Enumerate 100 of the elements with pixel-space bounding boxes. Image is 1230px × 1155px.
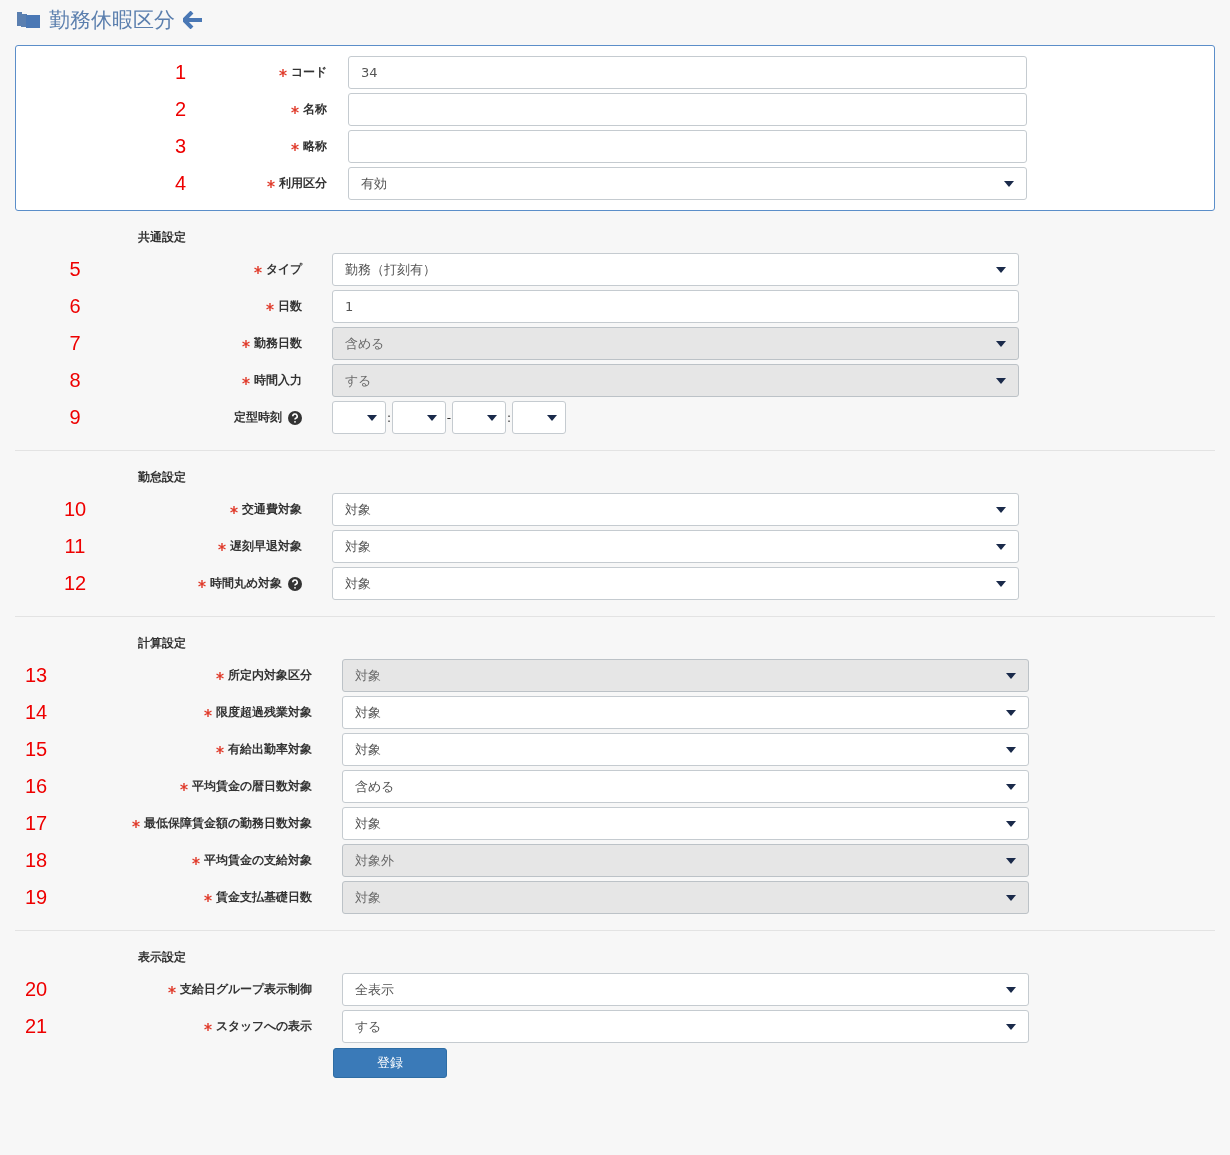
annotation-number: 15	[25, 738, 49, 761]
field-label: 勤務日数	[254, 335, 302, 352]
separator: :	[506, 410, 512, 425]
dropdown[interactable]: する	[342, 1010, 1029, 1043]
annotation-number: 21	[25, 1015, 49, 1038]
field-label: 限度超過残業対象	[216, 704, 312, 721]
caret-icon	[1006, 820, 1016, 827]
field-label: 時間入力	[254, 372, 302, 389]
required-icon	[254, 265, 262, 274]
field-label: 賃金支払基礎日数	[216, 889, 312, 906]
caret-icon	[1006, 857, 1016, 864]
annotation-number: 13	[25, 664, 49, 687]
required-icon	[242, 339, 250, 348]
required-icon	[291, 105, 299, 114]
required-icon	[279, 68, 287, 77]
page-title: 勤務休暇区分	[49, 7, 175, 34]
dropdown[interactable]: 対象	[342, 696, 1029, 729]
caret-icon	[427, 414, 437, 421]
field-label: 遅刻早退対象	[230, 538, 302, 555]
text-field[interactable]: 1	[332, 290, 1019, 323]
field-label: 定型時刻	[234, 409, 282, 426]
annotation-number: 1	[173, 61, 186, 84]
separator: :	[386, 410, 392, 425]
required-icon	[267, 179, 275, 188]
help-icon	[288, 410, 302, 425]
dropdown[interactable]: 含める	[342, 770, 1029, 803]
caret-icon	[1006, 672, 1016, 679]
caret-icon	[1004, 180, 1014, 187]
field-label: 日数	[278, 298, 302, 315]
register-button[interactable]: 登録	[333, 1048, 447, 1078]
back-arrow-icon[interactable]	[183, 11, 203, 29]
required-icon	[204, 708, 212, 717]
text-field[interactable]	[348, 93, 1027, 126]
annotation-number: 5	[68, 258, 82, 281]
required-icon	[230, 505, 238, 514]
field-label: コード	[291, 64, 327, 81]
required-icon	[204, 1022, 212, 1031]
annotation-number: 3	[173, 135, 186, 158]
caret-icon	[996, 580, 1006, 587]
annotation-number: 14	[25, 701, 49, 724]
field-label: 平均賃金の支給対象	[204, 852, 312, 869]
required-icon	[168, 985, 176, 994]
required-icon	[291, 142, 299, 151]
field-label: スタッフへの表示	[216, 1018, 312, 1035]
required-icon	[266, 302, 274, 311]
field-label: 名称	[303, 101, 327, 118]
annotation-number: 17	[25, 812, 49, 835]
field-label: 交通費対象	[242, 501, 302, 518]
time-dropdown[interactable]	[332, 401, 386, 434]
dropdown[interactable]: 対象	[332, 493, 1019, 526]
dropdown[interactable]: 対象	[332, 567, 1019, 600]
dropdown[interactable]: 勤務（打刻有）	[332, 253, 1019, 286]
caret-icon	[1006, 709, 1016, 716]
folders-icon	[17, 10, 41, 28]
required-icon	[218, 542, 226, 551]
text-field[interactable]	[348, 130, 1027, 163]
field-label: 所定内対象区分	[228, 667, 312, 684]
dropdown[interactable]: 対象	[342, 807, 1029, 840]
section-heading: 表示設定	[137, 949, 187, 966]
time-dropdown[interactable]	[512, 401, 566, 434]
annotation-number: 20	[25, 978, 49, 1001]
field-label: 平均賃金の暦日数対象	[192, 778, 312, 795]
annotation-number: 10	[62, 498, 88, 521]
time-dropdown[interactable]	[392, 401, 446, 434]
annotation-number: 19	[25, 886, 49, 909]
field-label: 利用区分	[279, 175, 327, 192]
caret-icon	[1006, 746, 1016, 753]
required-icon	[204, 893, 212, 902]
separator: -	[446, 410, 452, 425]
dropdown[interactable]: 対象	[332, 530, 1019, 563]
field-label: タイプ	[266, 261, 302, 278]
section-heading: 勤怠設定	[137, 469, 187, 486]
annotation-number: 11	[63, 535, 87, 558]
dropdown[interactable]: 有効	[348, 167, 1027, 200]
text-field[interactable]: 34	[348, 56, 1027, 89]
help-icon	[288, 576, 302, 591]
field-label: 最低保障賃金額の勤務日数対象	[144, 815, 312, 832]
annotation-number: 18	[25, 849, 49, 872]
dropdown[interactable]: 全表示	[342, 973, 1029, 1006]
required-icon	[132, 819, 140, 828]
annotation-number: 9	[68, 406, 82, 429]
section-heading: 共通設定	[137, 229, 187, 246]
caret-icon	[996, 543, 1006, 550]
annotation-number: 12	[62, 572, 88, 595]
caret-icon	[996, 266, 1006, 273]
caret-icon	[367, 414, 377, 421]
annotation-number: 6	[68, 295, 82, 318]
required-icon	[192, 856, 200, 865]
time-dropdown[interactable]	[452, 401, 506, 434]
annotation-number: 16	[25, 775, 49, 798]
caret-icon	[1006, 1023, 1016, 1030]
dropdown[interactable]: 対象	[342, 733, 1029, 766]
annotation-number: 2	[173, 98, 186, 121]
required-icon	[216, 671, 224, 680]
caret-icon	[996, 340, 1006, 347]
field-label: 支給日グループ表示制御	[180, 981, 312, 998]
field-label: 略称	[303, 138, 327, 155]
caret-icon	[996, 506, 1006, 513]
annotation-number: 4	[173, 172, 186, 195]
caret-icon	[1006, 894, 1016, 901]
